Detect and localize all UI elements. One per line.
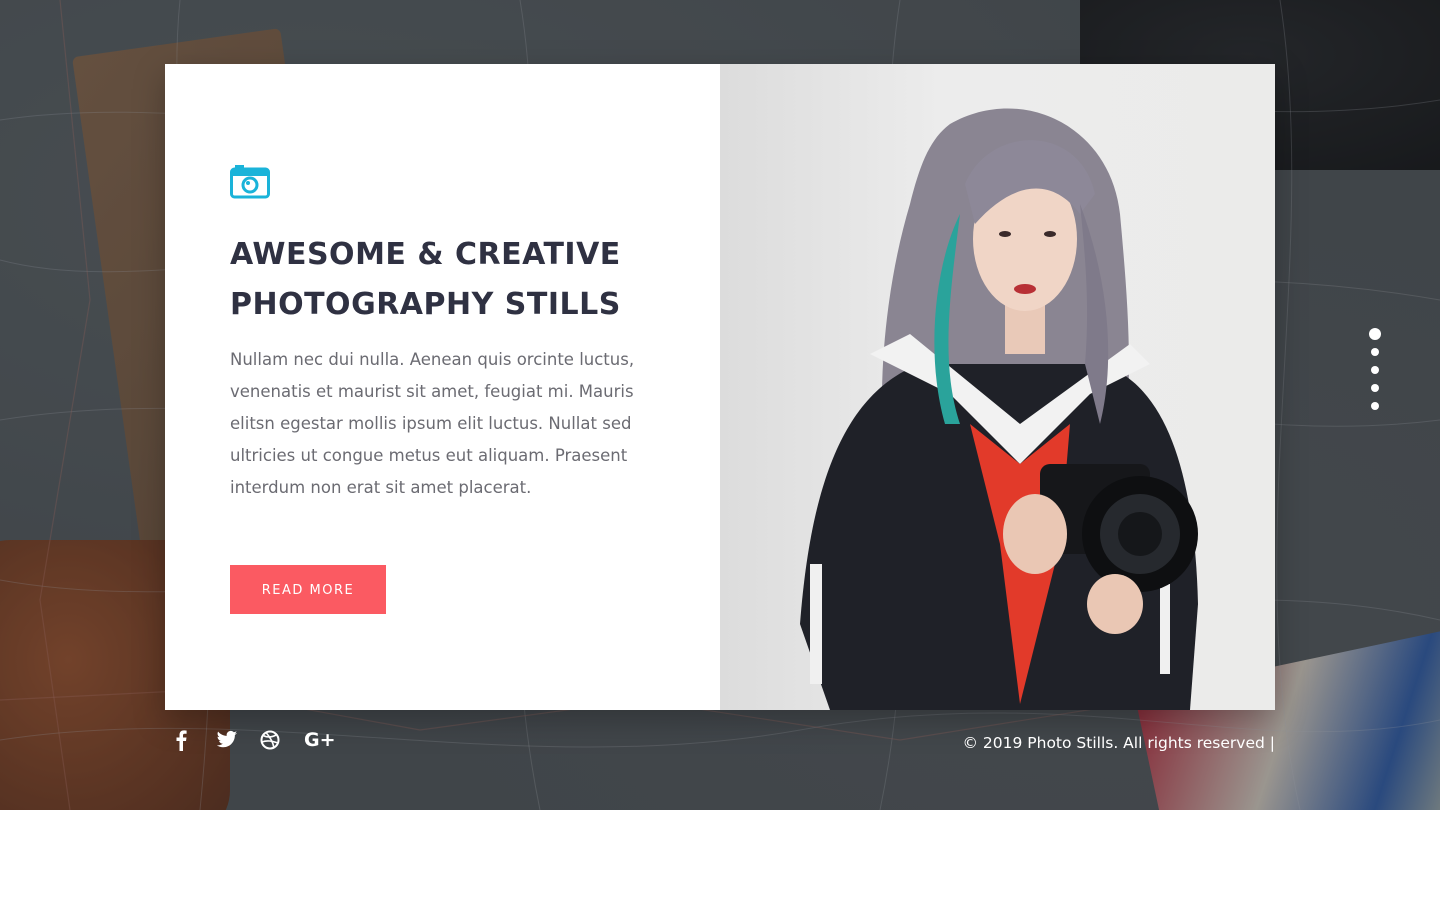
slider-pagination bbox=[1368, 328, 1382, 420]
hero-section: AWESOME & CREATIVE PHOTOGRAPHY STILLS Nu… bbox=[0, 0, 1440, 810]
read-more-button[interactable]: READ MORE bbox=[230, 565, 386, 614]
dribbble-icon[interactable] bbox=[260, 728, 304, 752]
slider-dot-5[interactable] bbox=[1371, 402, 1379, 410]
google-plus-icon[interactable]: G+ bbox=[304, 728, 348, 752]
camera-icon bbox=[230, 165, 270, 204]
slider-dot-2[interactable] bbox=[1371, 348, 1379, 356]
slider-dot-1[interactable] bbox=[1369, 328, 1381, 340]
hero-headline: AWESOME & CREATIVE PHOTOGRAPHY STILLS bbox=[230, 237, 621, 322]
copyright-text: © 2019 Photo Stills. All rights reserved… bbox=[962, 734, 1275, 752]
facebook-icon[interactable] bbox=[172, 728, 216, 752]
slider-dot-4[interactable] bbox=[1371, 384, 1379, 392]
card-text-panel: AWESOME & CREATIVE PHOTOGRAPHY STILLS Nu… bbox=[165, 64, 720, 710]
twitter-icon[interactable] bbox=[216, 728, 260, 752]
feature-card: AWESOME & CREATIVE PHOTOGRAPHY STILLS Nu… bbox=[165, 64, 1275, 710]
slider-dot-3[interactable] bbox=[1371, 366, 1379, 374]
hero-description: Nullam nec dui nulla. Aenean quis orcint… bbox=[230, 350, 635, 497]
woman-with-camera-photo bbox=[720, 64, 1275, 710]
google-plus-label: G+ bbox=[304, 729, 336, 751]
social-links: G+ bbox=[172, 728, 348, 752]
